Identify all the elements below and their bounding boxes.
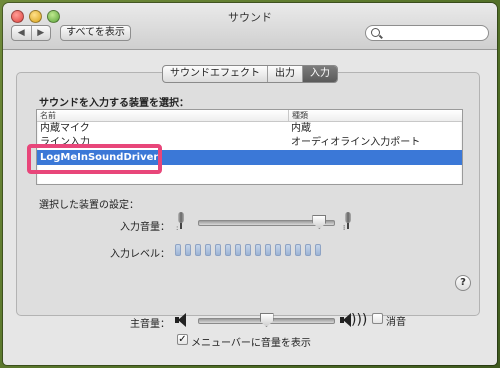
device-type: 内蔵 — [291, 123, 311, 134]
column-header-name[interactable]: 名前 — [37, 110, 289, 121]
input-level-meter — [175, 244, 321, 256]
mic-low-icon: : — [176, 212, 186, 232]
level-segment — [255, 244, 261, 256]
device-name: 内蔵マイク — [40, 123, 90, 134]
level-segment — [305, 244, 311, 256]
level-segment — [205, 244, 211, 256]
device-name: ライン入力 — [40, 137, 90, 148]
tab-input[interactable]: 入力 — [303, 66, 337, 82]
tab-bar: サウンドエフェクト 出力 入力 — [162, 65, 338, 83]
show-all-button[interactable]: すべてを表示 — [60, 25, 131, 41]
column-header-type[interactable]: 種類 — [289, 110, 308, 121]
table-row[interactable]: 内蔵マイク 内蔵 — [37, 122, 462, 136]
mute-label: 消音 — [386, 317, 406, 328]
search-icon — [371, 28, 380, 37]
table-row-selected[interactable]: LogMeInSoundDriver — [37, 150, 462, 165]
output-volume-label: 主音量： — [130, 319, 170, 330]
mute-checkbox[interactable] — [372, 313, 383, 324]
table-header: 名前 種類 — [37, 110, 462, 122]
level-segment — [175, 244, 181, 256]
speaker-waves-icon: ))) — [351, 312, 368, 328]
level-segment — [235, 244, 241, 256]
device-type — [289, 150, 291, 165]
mic-high-icon: ⁞ — [343, 212, 353, 232]
search-field[interactable] — [365, 25, 489, 41]
back-forward-control: ◀ ▶ — [11, 25, 51, 41]
level-segment — [265, 244, 271, 256]
title-bar: サウンド ◀ ▶ すべてを表示 — [3, 3, 497, 50]
device-name: LogMeInSoundDriver — [40, 152, 159, 163]
device-type: オーディオライン入力ポート — [291, 137, 421, 148]
show-volume-in-menubar-label: メニューバーに音量を表示 — [191, 338, 311, 349]
window-title: サウンド — [228, 11, 272, 24]
level-segment — [185, 244, 191, 256]
search-input[interactable] — [384, 27, 482, 39]
level-segment — [275, 244, 281, 256]
tab-sound-effects[interactable]: サウンドエフェクト — [163, 66, 268, 82]
forward-arrow-icon[interactable]: ▶ — [32, 26, 51, 40]
level-segment — [285, 244, 291, 256]
input-volume-label: 入力音量： — [120, 222, 170, 233]
back-arrow-icon[interactable]: ◀ — [12, 26, 32, 40]
table-row[interactable]: ライン入力 オーディオライン入力ポート — [37, 136, 462, 150]
input-level-label: 入力レベル： — [110, 249, 170, 260]
level-segment — [245, 244, 251, 256]
show-volume-in-menubar-checkbox[interactable]: ✓ — [177, 334, 188, 345]
input-device-section-label: サウンドを入力する装置を選択： — [39, 98, 189, 109]
level-segment — [215, 244, 221, 256]
input-device-table[interactable]: 名前 種類 内蔵マイク 内蔵 ライン入力 オーディオライン入力ポート LogMe… — [36, 109, 463, 185]
selected-device-settings-label: 選択した装置の設定： — [39, 200, 139, 211]
tab-output[interactable]: 出力 — [268, 66, 303, 82]
help-button[interactable]: ? — [455, 275, 471, 291]
level-segment — [315, 244, 321, 256]
level-segment — [225, 244, 231, 256]
speaker-low-icon — [175, 313, 187, 327]
level-segment — [295, 244, 301, 256]
level-segment — [195, 244, 201, 256]
